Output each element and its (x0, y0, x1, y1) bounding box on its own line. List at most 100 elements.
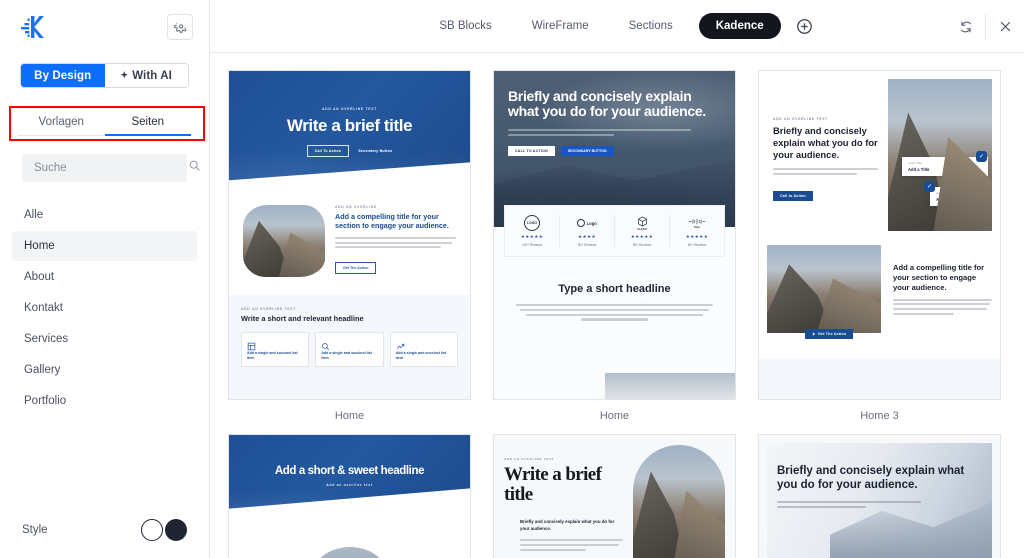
chart-up-icon (396, 338, 405, 349)
tab-wireframe[interactable]: WireFrame (512, 20, 609, 32)
check-icon: ✓ (976, 151, 987, 162)
preview-headline: Briefly and concisely explain what you d… (773, 125, 878, 160)
preview-headline: Write a brief title (504, 464, 602, 506)
by-design-label: By Design (34, 69, 92, 82)
style-swatch-dark[interactable] (165, 519, 187, 541)
preview-headline: Write a brief title (286, 116, 413, 135)
logo-text: Tripr (693, 224, 701, 229)
template-caption: Home (599, 410, 630, 422)
check-icon: ✓ (924, 181, 935, 192)
rating-stars: ★★★★★ (685, 234, 709, 239)
preview-feature-card: Add a single and succinct list item (389, 332, 458, 367)
preview-feature-card: Add a single and succinct list item (315, 332, 384, 367)
plus-circle-icon[interactable] (795, 16, 815, 36)
with-ai-label: With AI (132, 69, 172, 82)
preview-cta-primary: CALL TO ACTION (508, 145, 555, 156)
sidebar-item-home[interactable]: Home (12, 231, 197, 261)
template-preview-home-2[interactable]: Briefly and concisely explain what you d… (493, 70, 736, 400)
preview-overline: ADD AN OVERLINE TEXT (504, 457, 555, 461)
preview-section3-overline: ADD AN OVERLINE TEXT (241, 307, 296, 311)
preview-logo-cell: ALEXO ★★★★★ 80+ Reviews (615, 215, 670, 247)
style-selector: Style (0, 502, 209, 558)
preview-logo-cell: Logo ★★★★ 80+ Reviews (560, 215, 615, 247)
preview-feature-label: Add a single and succinct list item (395, 351, 447, 360)
sidebar-item-alle[interactable]: Alle (12, 200, 197, 230)
sidebar: By Design ✦ With AI Vorlagen Seiten Such… (0, 0, 210, 558)
layout-icon (247, 338, 256, 351)
by-design-button[interactable]: By Design (21, 64, 105, 87)
template-item[interactable]: Briefly and concisely explain what you d… (758, 434, 1001, 558)
refresh-icon[interactable] (947, 0, 985, 53)
rating-stars: ★★★★ (577, 234, 597, 239)
preview-cta-secondary: Secondary Button (358, 148, 393, 153)
preview-float-card: Lorem Title Add a Title (902, 157, 988, 176)
preview-headline: Briefly and concisely explain what you d… (508, 88, 706, 120)
with-ai-button[interactable]: ✦ With AI (104, 64, 188, 87)
rating-stars: ★★★★★ (630, 234, 654, 239)
preview-logo-cell: Tripr ★★★★★ 80+ Reviews (670, 215, 724, 247)
template-item[interactable]: ADD AN OVERLINE TEXT Briefly and concise… (758, 70, 1001, 434)
template-preview-home-3[interactable]: ADD AN OVERLINE TEXT Briefly and concise… (758, 70, 1001, 400)
preview-float-card: Lorem Title Add a Title (930, 187, 992, 206)
settings-button[interactable] (167, 13, 193, 40)
logo-text: Logo (586, 220, 597, 226)
template-preview-row2-1[interactable]: Add a short & sweet headline Add an over… (228, 434, 471, 558)
preview-section2-headline: Add a compelling title for your section … (893, 262, 985, 292)
preview-cta-primary: Call To Action (306, 144, 350, 157)
sidebar-header (0, 0, 209, 53)
preview-feature-label: Add a single and succinct list item (247, 351, 298, 360)
logo-circle-icon: LOGO (524, 215, 540, 231)
preview-section2-button: Get The Action (805, 329, 854, 339)
sidebar-tabs: Vorlagen Seiten (18, 110, 191, 136)
tab-seiten[interactable]: Seiten (104, 110, 192, 136)
preview-headline: Briefly and concisely explain what you d… (777, 465, 965, 491)
sidebar-item-about[interactable]: About (12, 262, 197, 292)
logo-text: ALEXO (637, 226, 647, 231)
sparkle-icon: ✦ (120, 70, 129, 80)
review-count: 80+ Reviews (577, 243, 597, 247)
template-preview-home-1[interactable]: ADD AN OVERLINE TEXT Write a brief title… (228, 70, 471, 400)
template-item[interactable]: ADD AN OVERLINE TEXT Write a brief title… (493, 434, 736, 558)
preview-logo-cell: LOGO ★★★★★ 100+ Reviews (505, 215, 560, 247)
sidebar-item-gallery[interactable]: Gallery (12, 355, 197, 385)
search-icon[interactable] (188, 159, 201, 177)
top-navigation-bar: SB Blocks WireFrame Sections Kadence (210, 0, 1024, 53)
float-card-sub: Lorem Title (908, 161, 922, 165)
rating-stars: ★★★★★ (520, 234, 544, 239)
sidebar-item-portfolio[interactable]: Portfolio (12, 386, 197, 416)
tab-kadence[interactable]: Kadence (698, 13, 781, 39)
template-item[interactable]: Add a short & sweet headline Add an over… (228, 434, 471, 558)
template-item[interactable]: Briefly and concisely explain what you d… (493, 70, 736, 434)
preview-section2-overline: ADD AN OVERLINE (335, 205, 377, 209)
close-icon[interactable] (986, 0, 1024, 53)
template-preview-row2-2[interactable]: ADD AN OVERLINE TEXT Write a brief title… (493, 434, 736, 558)
sidebar-item-services[interactable]: Services (12, 324, 197, 354)
review-count: 100+ Reviews (521, 243, 543, 247)
preview-feature-label: Add a single and succinct list item (321, 351, 372, 360)
preview-section2-headline: Add a compelling title for your section … (335, 212, 449, 231)
category-list: Alle Home About Kontakt Services Gallery… (0, 200, 209, 417)
main-panel: SB Blocks WireFrame Sections Kadence ADD… (210, 0, 1024, 558)
template-caption: Home 3 (860, 410, 899, 422)
float-card-sub: Lorem Title (936, 191, 950, 195)
float-card-title: Add a Title (908, 166, 930, 172)
tab-sb-blocks[interactable]: SB Blocks (419, 20, 511, 32)
preview-subheadline: Briefly and concisely explain what you d… (520, 519, 615, 531)
style-swatch-light[interactable] (141, 519, 163, 541)
preview-headline: Add a short & sweet headline (274, 465, 425, 477)
template-preview-row2-3[interactable]: Briefly and concisely explain what you d… (758, 434, 1001, 558)
sidebar-item-kontakt[interactable]: Kontakt (12, 293, 197, 323)
mode-toggle: By Design ✦ With AI (0, 53, 209, 88)
template-item[interactable]: ADD AN OVERLINE TEXT Write a brief title… (228, 70, 471, 434)
template-grid: ADD AN OVERLINE TEXT Write a brief title… (210, 53, 1024, 558)
search-icon (321, 338, 330, 351)
style-label: Style (22, 524, 48, 536)
kadence-logo-icon (18, 14, 48, 40)
template-grid-scroll[interactable]: ADD AN OVERLINE TEXT Write a brief title… (210, 53, 1024, 558)
preview-section2-headline: Type a short headline (558, 283, 671, 295)
review-count: 80+ Reviews (687, 243, 707, 247)
template-library-modal: By Design ✦ With AI Vorlagen Seiten Such… (0, 0, 1024, 558)
tab-sections[interactable]: Sections (609, 20, 693, 32)
tab-vorlagen[interactable]: Vorlagen (18, 110, 105, 135)
search-input[interactable] (34, 162, 188, 174)
